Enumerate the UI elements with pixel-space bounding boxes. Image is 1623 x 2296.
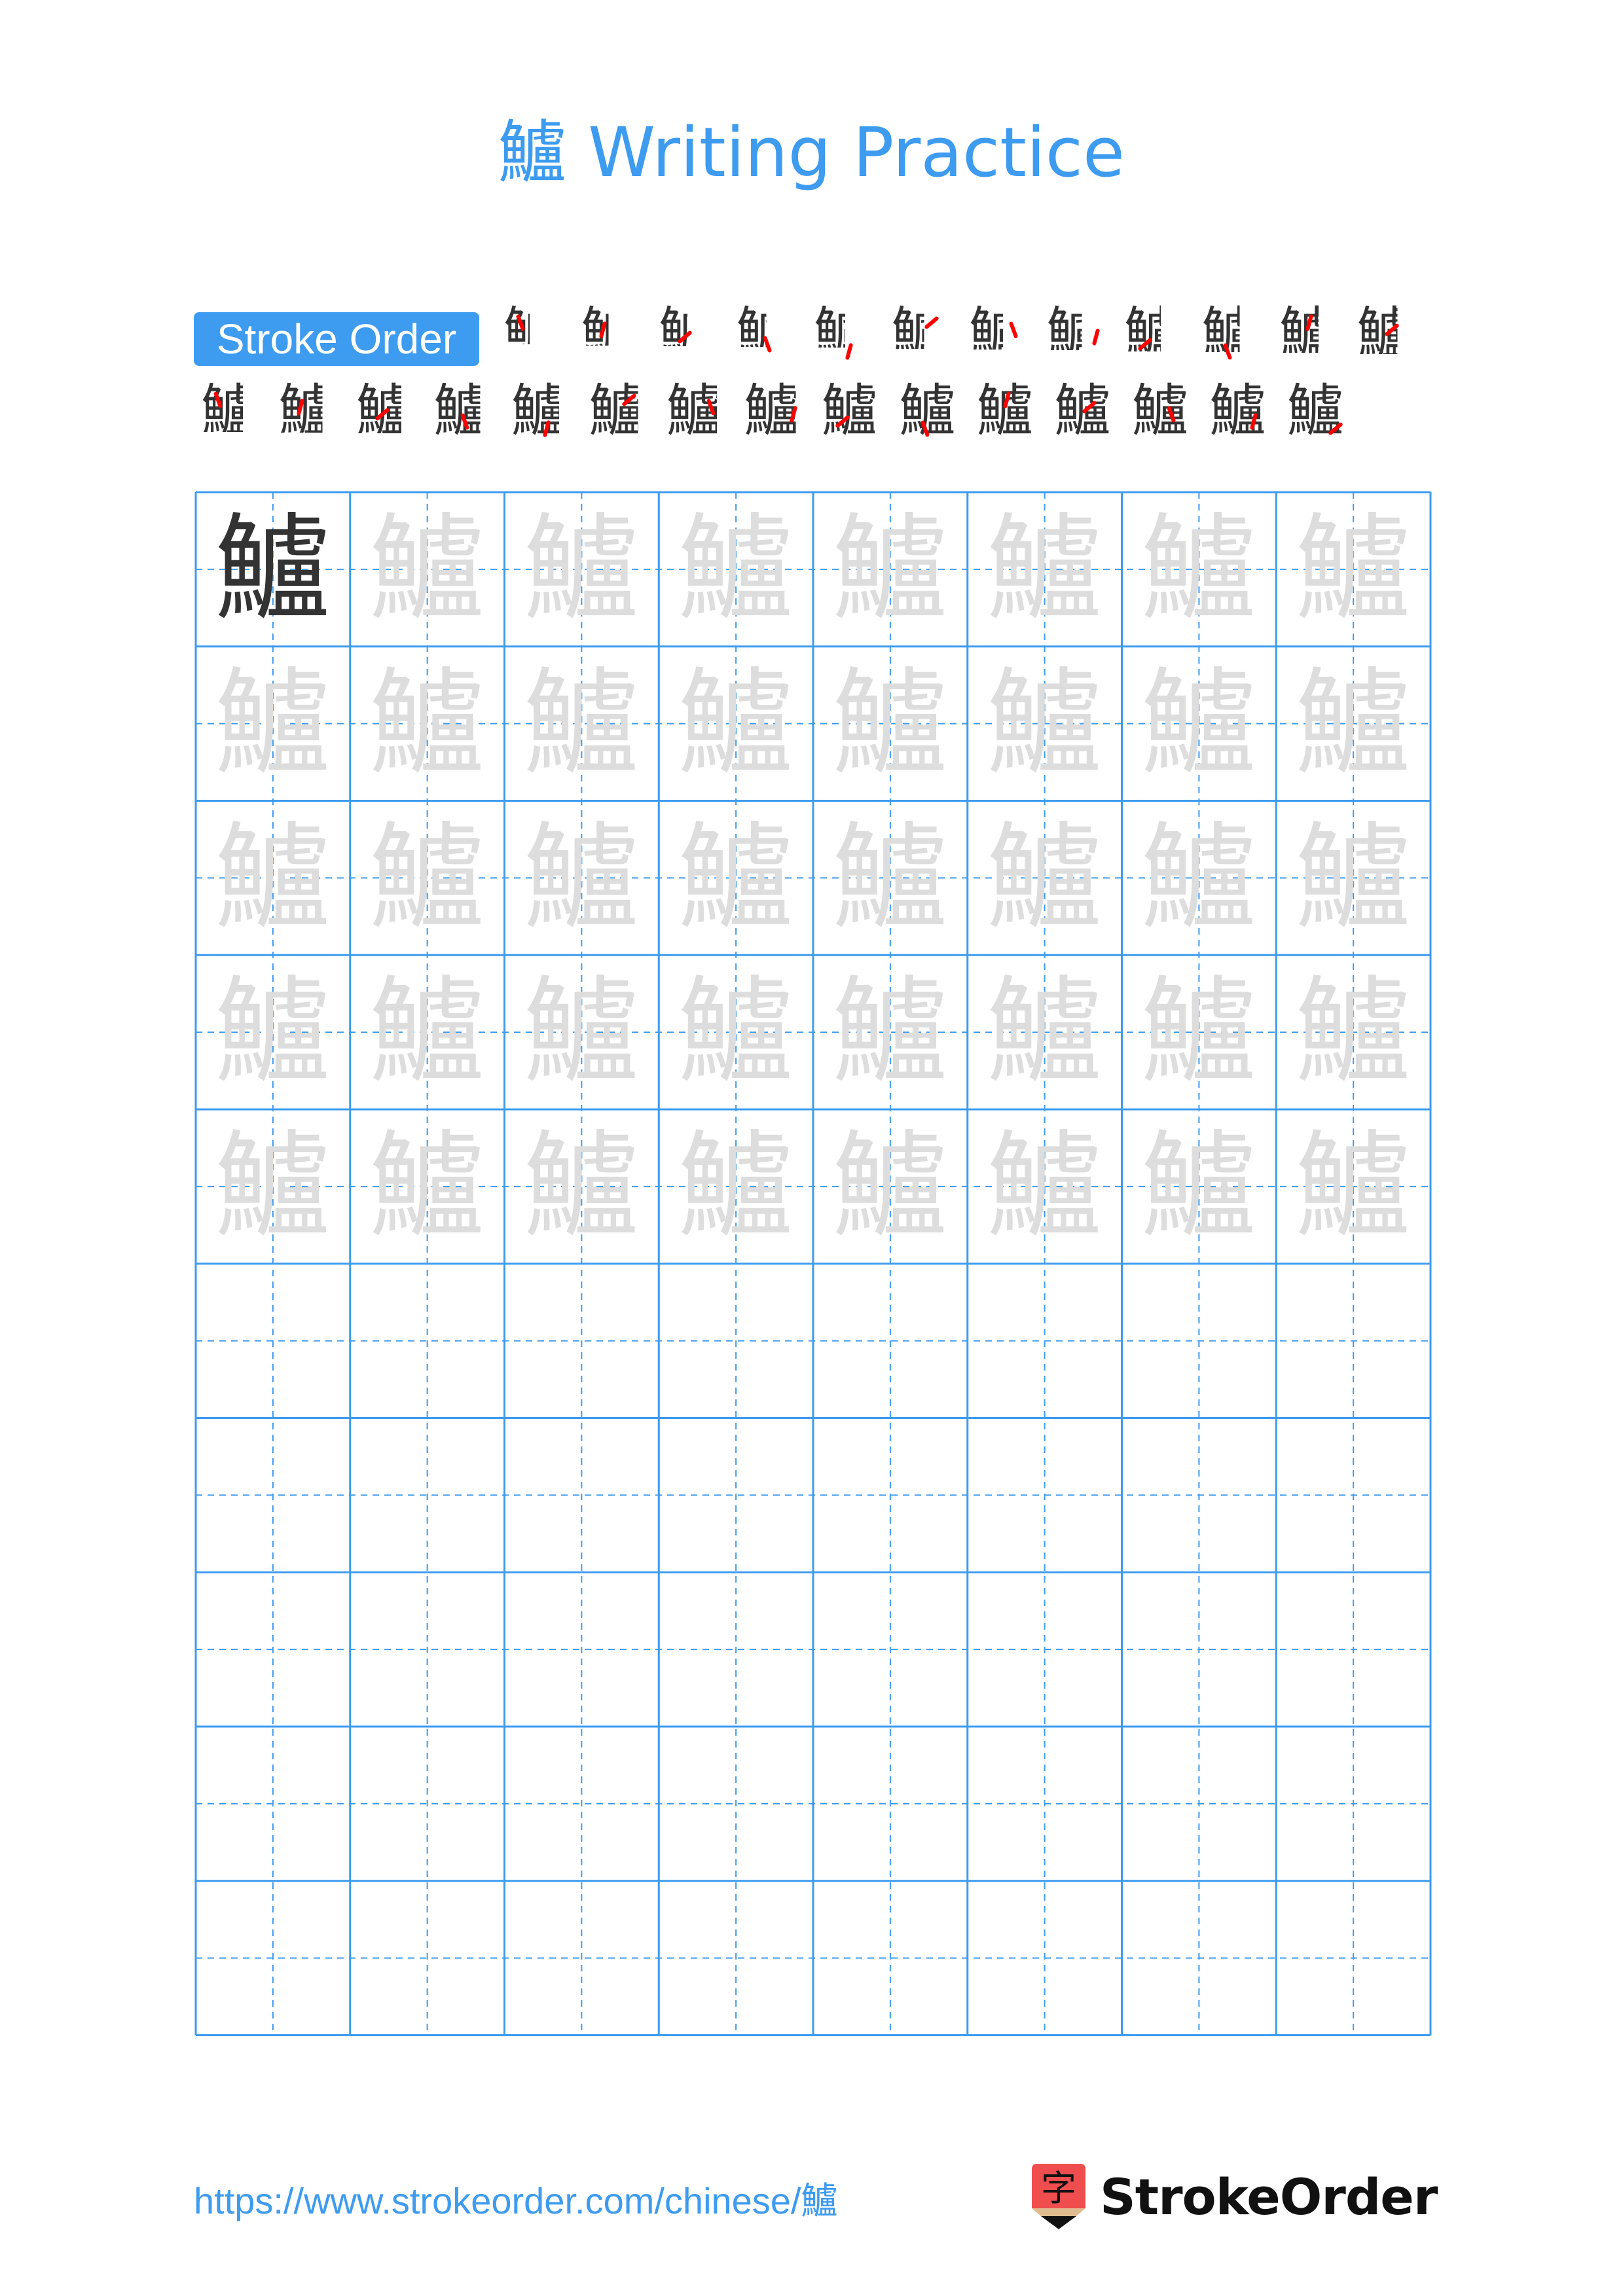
stroke-highlight [1008, 321, 1019, 339]
trace-character: 鱸 [215, 965, 331, 1100]
stroke-highlight [845, 342, 854, 361]
stroke-step-20: 鱸 [740, 378, 805, 444]
logo-text: StrokeOrder [1100, 2167, 1438, 2226]
stroke-step-glyph: 鱸 [977, 378, 1033, 444]
trace-character: 鱸 [832, 1119, 948, 1253]
stroke-step-glyph: 鱸 [511, 378, 568, 444]
stroke-step-3: 鱸 [654, 301, 720, 367]
stroke-step-15: 鱸 [352, 378, 417, 444]
trace-character: 鱸 [1295, 810, 1411, 945]
page-title: 鱸 Writing Practice [498, 113, 1125, 192]
trace-character: 鱸 [1140, 965, 1256, 1100]
stroke-step-4: 鱸 [732, 301, 797, 367]
trace-character: 鱸 [1295, 965, 1411, 1100]
trace-character: 鱸 [832, 965, 948, 1100]
stroke-step-glyph: 鱸 [503, 301, 560, 367]
trace-character: 鱸 [987, 965, 1103, 1100]
stroke-step-13: 鱸 [196, 378, 262, 444]
stroke-step-19: 鱸 [662, 378, 727, 444]
stroke-step-glyph: 鱸 [1279, 301, 1336, 367]
stroke-order-badge: Stroke Order [194, 312, 479, 366]
stroke-step-glyph: 鱸 [736, 301, 793, 367]
stroke-step-8: 鱸 [1042, 301, 1108, 367]
stroke-step-glyph: 鱸 [581, 301, 638, 367]
trace-character: 鱸 [215, 810, 331, 945]
stroke-step-18: 鱸 [585, 378, 650, 444]
trace-character: 鱸 [215, 656, 331, 791]
trace-character: 鱸 [523, 656, 639, 791]
stroke-step-14: 鱸 [274, 378, 340, 444]
stroke-step-26: 鱸 [1205, 378, 1271, 444]
stroke-step-25: 鱸 [1127, 378, 1193, 444]
trace-character: 鱸 [1140, 656, 1256, 791]
trace-character: 鱸 [523, 810, 639, 945]
stroke-step-glyph: 鱸 [822, 378, 878, 444]
trace-character: 鱸 [1140, 810, 1256, 945]
trace-character: 鱸 [1295, 656, 1411, 791]
stroke-step-11: 鱸 [1275, 301, 1340, 367]
stroke-step-2: 鱸 [577, 301, 642, 367]
trace-character: 鱸 [832, 502, 948, 636]
trace-character: 鱸 [832, 656, 948, 791]
trace-character: 鱸 [1140, 502, 1256, 636]
footer-url-link[interactable]: https://www.strokeorder.com/chinese/鱸 [194, 2172, 838, 2225]
trace-character: 鱸 [987, 656, 1103, 791]
trace-character: 鱸 [678, 810, 793, 945]
stroke-step-glyph: 鱸 [1209, 378, 1266, 444]
trace-character: 鱸 [523, 1119, 639, 1253]
stroke-step-glyph: 鱸 [814, 301, 870, 367]
trace-character: 鱸 [369, 810, 485, 945]
trace-character: 鱸 [369, 502, 485, 636]
stroke-step-27: 鱸 [1283, 378, 1348, 444]
stroke-highlight [923, 315, 939, 330]
trace-character: 鱸 [832, 810, 948, 945]
stroke-step-7: 鱸 [964, 301, 1030, 367]
stroke-step-5: 鱸 [809, 301, 875, 367]
trace-character: 鱸 [1140, 1119, 1256, 1253]
stroke-step-24: 鱸 [1050, 378, 1116, 444]
trace-character: 鱸 [1295, 502, 1411, 636]
stroke-step-23: 鱸 [972, 378, 1038, 444]
trace-character: 鱸 [678, 1119, 793, 1253]
trace-character: 鱸 [987, 502, 1103, 636]
trace-character: 鱸 [369, 656, 485, 791]
stroke-step-glyph: 鱸 [278, 378, 335, 444]
stroke-step-glyph: 鱸 [1287, 378, 1343, 444]
practice-grid: 鱸鱸鱸鱸鱸鱸鱸鱸鱸鱸鱸鱸鱸鱸鱸鱸鱸鱸鱸鱸鱸鱸鱸鱸鱸鱸鱸鱸鱸鱸鱸鱸鱸鱸鱸鱸鱸鱸鱸鱸 [194, 491, 1432, 2037]
trace-character: 鱸 [678, 965, 793, 1100]
trace-character: 鱸 [369, 965, 485, 1100]
stroke-step-6: 鱸 [887, 301, 953, 367]
trace-character: 鱸 [678, 502, 793, 636]
trace-character: 鱸 [987, 810, 1103, 945]
trace-character: 鱸 [523, 965, 639, 1100]
stroke-step-glyph: 鱸 [433, 378, 490, 444]
stroke-step-17: 鱸 [507, 378, 572, 444]
logo-pencil-icon: 字 [1029, 2164, 1088, 2229]
stroke-step-glyph: 鱸 [891, 301, 948, 367]
model-character: 鱸 [215, 502, 331, 636]
stroke-step-glyph: 鱸 [666, 378, 723, 444]
trace-character: 鱸 [369, 1119, 485, 1253]
strokeorder-logo[interactable]: 字 StrokeOrder [1029, 2164, 1438, 2229]
trace-character: 鱸 [523, 502, 639, 636]
stroke-step-9: 鱸 [1120, 301, 1185, 367]
logo-icon-glyph: 字 [1041, 2168, 1076, 2209]
stroke-step-1: 鱸 [499, 301, 564, 367]
stroke-step-glyph: 鱸 [1124, 301, 1180, 367]
stroke-highlight [1091, 328, 1100, 346]
trace-character: 鱸 [215, 1119, 331, 1253]
stroke-step-glyph: 鱸 [589, 378, 646, 444]
stroke-step-21: 鱸 [817, 378, 883, 444]
stroke-step-glyph: 鱸 [201, 378, 257, 444]
trace-character: 鱸 [987, 1119, 1103, 1253]
trace-character: 鱸 [678, 656, 793, 791]
trace-character: 鱸 [1295, 1119, 1411, 1253]
stroke-step-glyph: 鱸 [969, 301, 1025, 367]
stroke-step-22: 鱸 [895, 378, 960, 444]
stroke-step-12: 鱸 [1353, 301, 1418, 367]
stroke-step-16: 鱸 [429, 378, 495, 444]
stroke-step-10: 鱸 [1197, 301, 1263, 367]
stroke-step-glyph: 鱸 [1132, 378, 1188, 444]
